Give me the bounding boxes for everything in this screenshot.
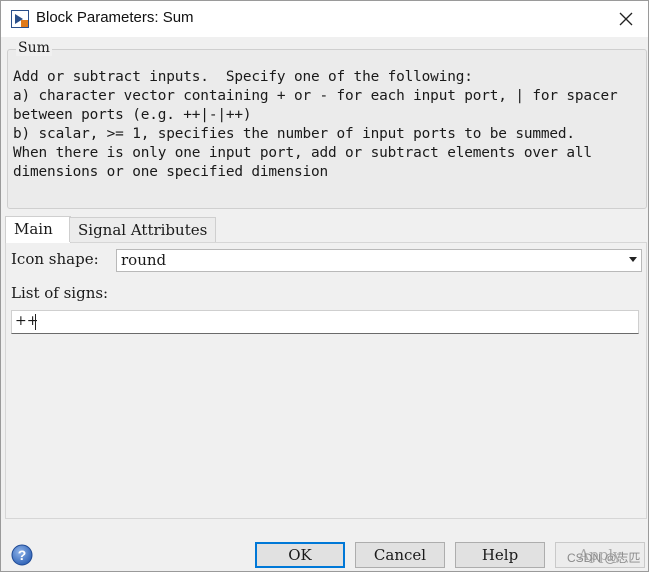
simulink-block-icon <box>11 10 29 28</box>
title-bar[interactable]: Block Parameters: Sum <box>1 1 648 37</box>
tab-main[interactable]: Main <box>5 216 71 243</box>
main-tab-panel: Icon shape: round List of signs: ++ <box>5 242 647 519</box>
help-button[interactable]: Help <box>455 542 545 568</box>
watermark: CSDN @志匹 <box>567 551 641 565</box>
icon-shape-select[interactable]: round <box>116 249 642 272</box>
block-description: Add or subtract inputs. Specify one of t… <box>13 68 643 182</box>
dialog-window: Block Parameters: Sum Sum Add or subtrac… <box>0 0 649 572</box>
description-line: between ports (e.g. ++|-|++) <box>13 107 252 123</box>
description-line: b) scalar, >= 1, specifies the number of… <box>13 126 575 142</box>
text-caret <box>35 314 36 330</box>
description-line: dimensions or one specified dimension <box>13 164 329 180</box>
icon-shape-label: Icon shape: <box>11 250 99 268</box>
ok-button[interactable]: OK <box>255 542 345 568</box>
group-legend: Sum <box>16 40 52 56</box>
signs-label: List of signs: <box>11 284 109 302</box>
signs-input[interactable]: ++ <box>11 310 639 334</box>
window-title: Block Parameters: Sum <box>36 9 194 26</box>
tab-signal-attributes[interactable]: Signal Attributes <box>69 217 217 242</box>
description-line: Add or subtract inputs. Specify one of t… <box>13 69 473 85</box>
svg-text:?: ? <box>18 547 27 563</box>
dropdown-arrow-icon <box>629 257 637 262</box>
description-line: When there is only one input port, add o… <box>13 145 592 161</box>
close-icon <box>619 12 633 26</box>
cancel-button[interactable]: Cancel <box>355 542 445 568</box>
icon-shape-value: round <box>121 251 167 269</box>
description-line: a) character vector containing + or - fo… <box>13 88 618 104</box>
close-button[interactable] <box>604 1 648 37</box>
sum-description-group: Sum Add or subtract inputs. Specify one … <box>7 40 647 209</box>
help-icon[interactable]: ? <box>11 544 33 566</box>
